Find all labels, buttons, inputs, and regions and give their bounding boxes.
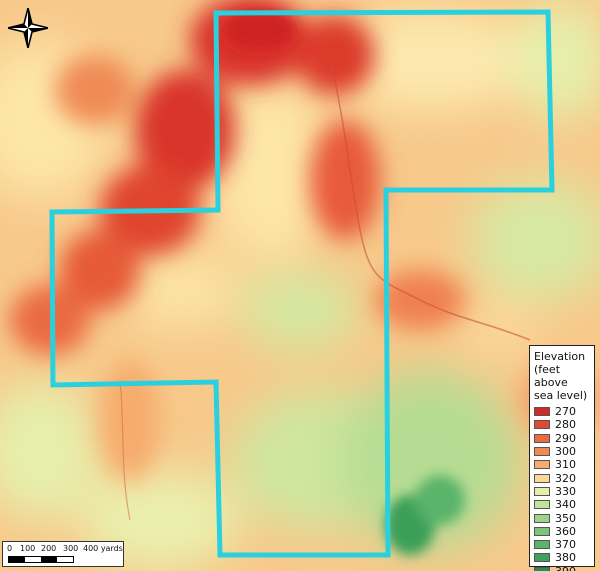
scale-bar-graphic xyxy=(8,556,74,563)
legend-entry: 380 xyxy=(534,551,591,564)
legend-label: 360 xyxy=(555,524,576,538)
legend-title: Elevation (feet above sea level) xyxy=(534,350,591,402)
legend-entry: 310 xyxy=(534,458,591,471)
elevation-legend: Elevation (feet above sea level) 270 280 2… xyxy=(529,345,595,571)
scale-segment xyxy=(57,557,73,562)
scale-tick-label: 0 xyxy=(7,544,13,553)
legend-swatch xyxy=(534,526,550,536)
legend-swatch xyxy=(534,473,550,483)
legend-entry: 320 xyxy=(534,471,591,485)
legend-label: 370 xyxy=(555,538,576,552)
scale-segment xyxy=(41,557,57,562)
legend-label: 380 xyxy=(555,551,576,565)
scale-tick-label: 300 xyxy=(63,544,79,553)
legend-entry: 280 xyxy=(534,418,591,431)
scale-bar: 0 100 200 300 400 yards xyxy=(2,541,124,567)
legend-label: 310 xyxy=(555,458,576,472)
legend-label: 340 xyxy=(555,498,576,512)
legend-swatch xyxy=(534,540,550,550)
legend-entry: 270 xyxy=(534,405,591,418)
scale-tick-label: 100 xyxy=(20,544,36,553)
legend-swatch xyxy=(534,486,550,496)
legend-entry: 340 xyxy=(534,498,591,511)
legend-label: 350 xyxy=(555,511,576,525)
legend-entry: 330 xyxy=(534,485,591,498)
legend-swatch xyxy=(534,500,550,510)
legend-swatch xyxy=(534,513,550,523)
legend-swatch xyxy=(534,553,550,563)
scale-segment xyxy=(9,557,25,562)
legend-entry: 390 xyxy=(534,565,591,571)
legend-entry: 360 xyxy=(534,525,591,538)
legend-label: 270 xyxy=(555,405,576,419)
legend-label: 300 xyxy=(555,445,576,459)
elevation-map[interactable]: Elevation (feet above sea level) 270 280 2… xyxy=(0,0,600,571)
legend-swatch xyxy=(534,433,550,443)
scale-tick-label: 400 yards xyxy=(83,544,123,553)
legend-label: 320 xyxy=(555,471,576,485)
legend-title-line: Elevation xyxy=(534,350,586,363)
legend-label: 280 xyxy=(555,418,576,432)
legend-label: 330 xyxy=(555,484,576,498)
legend-swatch xyxy=(534,460,550,470)
legend-swatch xyxy=(534,447,550,457)
legend-entry: 370 xyxy=(534,538,591,551)
legend-swatch xyxy=(534,566,550,571)
legend-label: 290 xyxy=(555,431,576,445)
scale-segment xyxy=(25,557,41,562)
legend-swatch xyxy=(534,420,550,430)
scale-tick-label: 200 xyxy=(41,544,57,553)
legend-title-line: sea level) xyxy=(534,389,588,402)
legend-entry: 350 xyxy=(534,511,591,525)
legend-swatch xyxy=(534,407,550,417)
terrain-layer xyxy=(0,0,600,571)
legend-label: 390 xyxy=(555,565,576,571)
legend-entries: 270280290300310320330340350360370380390 xyxy=(534,405,591,571)
scale-bar-ticks: 0 100 200 300 400 yards xyxy=(3,542,123,554)
compass-star-icon xyxy=(7,7,49,52)
legend-title-line: (feet above xyxy=(534,363,568,389)
legend-entry: 300 xyxy=(534,445,591,458)
legend-entry: 290 xyxy=(534,432,591,445)
